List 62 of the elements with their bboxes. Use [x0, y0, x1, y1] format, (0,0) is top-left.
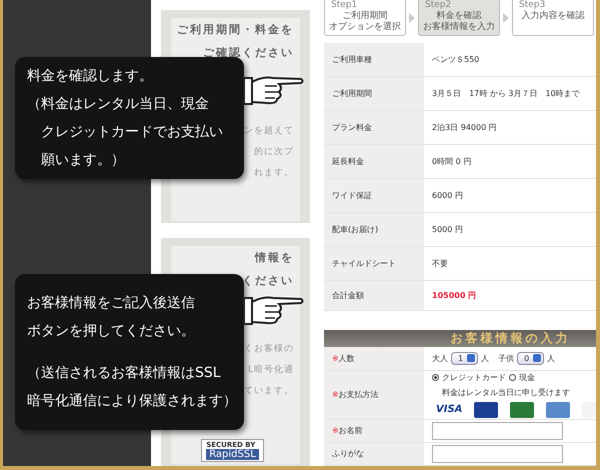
row-label: ご利用車種 — [324, 43, 424, 76]
arrow-icon — [503, 13, 509, 23]
row-label: ふりがな — [332, 448, 364, 460]
callout-text: （送信されるお客様情報はSSL — [27, 364, 222, 383]
row-label: お名前 — [338, 425, 363, 436]
panel-text: くお客様の — [244, 342, 294, 356]
panel-heading: ご確認ください — [203, 45, 294, 60]
card-logo-icon — [474, 402, 498, 418]
arrow-icon — [409, 13, 415, 23]
panel-heading: ご利用期間・料金を — [177, 22, 294, 37]
radio-label: 現金 — [519, 372, 535, 383]
panel-heading: 情報を — [255, 250, 294, 266]
badge-logo: RapidSSL — [206, 449, 259, 460]
row-label: 延長料金 — [324, 145, 424, 178]
callout-text: 料金を確認します。 — [27, 67, 154, 86]
required-mark: ※ — [332, 354, 339, 363]
radio-button[interactable] — [432, 374, 439, 381]
card-logo-icon — [546, 402, 570, 418]
row-value: 不要 — [432, 258, 449, 269]
panel-text: ンを超えて — [244, 124, 294, 137]
card-logo-icon — [510, 402, 534, 418]
row-label: 合計金額 — [324, 281, 424, 310]
row-value: 3月５日 17時 から 3月７日 10時まで — [432, 88, 581, 99]
row-label: ご利用期間 — [324, 77, 424, 110]
callout-text: ボタンを押してください。 — [27, 322, 196, 341]
panel-text: れます。 — [254, 167, 294, 179]
required-mark: ※ — [332, 390, 339, 400]
unit-label: 人 — [481, 352, 490, 364]
row-label: ワイド保証 — [324, 179, 424, 212]
row-value: 0時間 0 円 — [432, 156, 472, 167]
payment-note: 料金はレンタル当日に申し受けます — [442, 386, 571, 398]
radio-label: クレジットカード — [442, 372, 506, 383]
row-value: 5000 円 — [432, 224, 464, 235]
field-label: 大人 — [432, 352, 448, 364]
unit-label: 人 — [547, 352, 556, 364]
kana-input[interactable] — [432, 444, 563, 463]
callout-text: クレジットカードでお支払い — [40, 123, 224, 142]
section-header: お客様情報の入力 — [324, 330, 596, 347]
panel-heading: ください — [242, 273, 294, 288]
row-value: 2泊3日 94000 円 — [432, 122, 498, 133]
row-label: 人数 — [338, 352, 355, 364]
panel-text: ています。 — [244, 385, 294, 398]
row-value: 6000 円 — [432, 190, 464, 201]
required-mark: ※ — [332, 426, 339, 436]
total-value: 105000 円 — [432, 290, 478, 301]
callout-text: お客様情報をご記入後送信 — [27, 294, 196, 313]
row-label: お支払方法 — [338, 389, 379, 400]
row-label: プラン料金 — [324, 111, 424, 144]
panel-text: L暗号化通 — [248, 364, 294, 376]
callout-text: （料金はレンタル当日、現金 — [27, 95, 210, 114]
row-label: チャイルドシート — [324, 247, 424, 280]
callout-text: 願います。） — [40, 151, 126, 170]
radio-button[interactable] — [509, 374, 516, 381]
name-input[interactable] — [432, 422, 563, 440]
card-logo: VISA — [436, 404, 462, 416]
adult-select[interactable]: 1 — [451, 352, 478, 365]
row-label: 配車(お届け) — [324, 213, 424, 246]
row-value: ベンツＳ550 — [432, 54, 480, 65]
callout-text: 暗号化通信により保護されます） — [27, 392, 232, 411]
panel-text: 的に次プ — [254, 145, 294, 158]
field-label: 子供 — [498, 352, 514, 364]
child-select[interactable]: 0 — [517, 352, 544, 365]
